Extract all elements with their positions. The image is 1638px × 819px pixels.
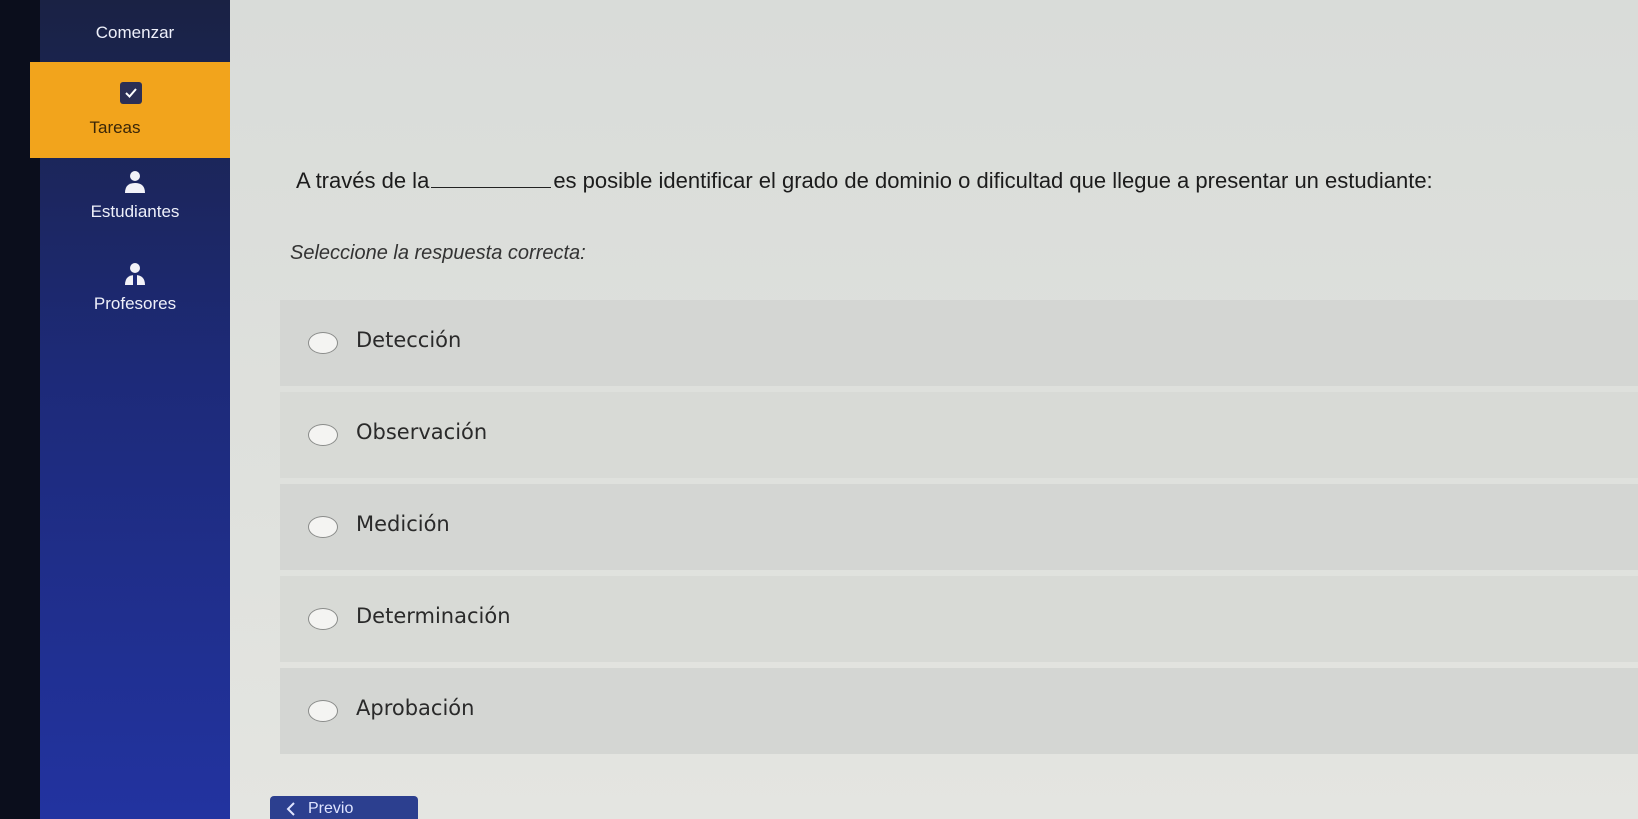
sidebar-item-students[interactable]: Estudiantes <box>40 170 230 240</box>
previous-button[interactable]: Previo <box>270 796 418 819</box>
radio-button[interactable] <box>308 332 338 354</box>
option-medicion[interactable]: Medición <box>280 484 1638 570</box>
option-label: Detección <box>356 328 462 352</box>
option-label: Determinación <box>356 604 511 628</box>
question-part-2: es posible identificar el grado de domin… <box>553 168 1433 193</box>
page: Comenzar Estudiantes Profesores Tareas A… <box>0 0 1638 819</box>
student-icon <box>125 171 145 193</box>
question-blank <box>431 170 552 188</box>
sidebar-item-label: Tareas <box>89 118 141 137</box>
previous-button-label: Previo <box>308 800 354 817</box>
question-part-1: A través de la <box>296 168 430 193</box>
sidebar-item-label: Comenzar <box>95 23 175 42</box>
instruction-text: Seleccione la respuesta correcta: <box>290 242 586 264</box>
answer-options: Detección Observación Medición Determina… <box>280 300 1638 760</box>
option-label: Medición <box>356 512 450 536</box>
option-aprobacion[interactable]: Aprobación <box>280 668 1638 754</box>
option-observacion[interactable]: Observación <box>280 392 1638 478</box>
sidebar-item-label: Profesores <box>93 294 177 313</box>
sidebar-item-label: Estudiantes <box>90 202 180 221</box>
task-check-icon <box>120 82 142 104</box>
teacher-icon <box>125 263 145 285</box>
option-determinacion[interactable]: Determinación <box>280 576 1638 662</box>
radio-button[interactable] <box>308 700 338 722</box>
sidebar-item-tasks[interactable]: Tareas <box>30 62 230 158</box>
option-label: Observación <box>356 420 488 444</box>
radio-button[interactable] <box>308 424 338 446</box>
option-deteccion[interactable]: Detección <box>280 300 1638 386</box>
question-text: A través de la es posible identificar el … <box>296 168 1616 194</box>
option-label: Aprobación <box>356 696 475 720</box>
sidebar-item-start[interactable]: Comenzar <box>40 20 230 60</box>
radio-button[interactable] <box>308 516 338 538</box>
main-content: A través de la es posible identificar el … <box>230 0 1638 819</box>
sidebar-item-teachers[interactable]: Profesores <box>40 262 230 332</box>
radio-button[interactable] <box>308 608 338 630</box>
chevron-left-icon <box>286 802 295 816</box>
